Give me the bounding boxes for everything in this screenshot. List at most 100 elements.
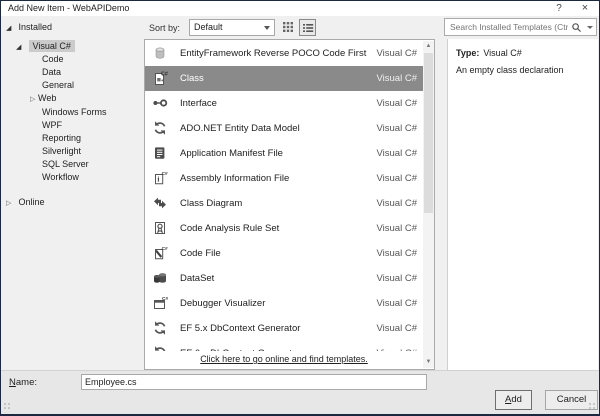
template-language: Visual C#: [377, 73, 418, 84]
cancel-button-label: Cancel: [557, 394, 587, 405]
search-options-chevron-icon[interactable]: [587, 26, 593, 29]
svg-text:C#: C#: [162, 246, 168, 252]
expanded-triangle-icon[interactable]: [6, 24, 16, 32]
csharp-class-icon: C#: [152, 70, 169, 87]
template-row-class[interactable]: C# Class Visual C#: [145, 66, 423, 91]
tree-node-online[interactable]: Online: [1, 184, 143, 207]
template-language: Visual C#: [377, 223, 418, 234]
resize-grip[interactable]: [3, 402, 12, 411]
template-language: Visual C#: [377, 273, 418, 284]
interface-icon: [152, 95, 169, 112]
dialog-title: Add New Item - WebAPIDemo: [8, 3, 129, 13]
tree-node-web[interactable]: Web: [1, 92, 143, 106]
template-row-interface[interactable]: Interface Visual C#: [145, 91, 423, 116]
template-language: Visual C#: [377, 248, 418, 259]
svg-text:C#: C#: [161, 72, 168, 78]
add-button[interactable]: Add: [495, 390, 532, 410]
template-row-app-manifest[interactable]: Application Manifest File Visual C#: [145, 141, 423, 166]
svg-text:i: i: [157, 175, 159, 183]
template-language: Visual C#: [377, 298, 418, 309]
template-name: Code File: [180, 248, 369, 259]
scroll-up-icon[interactable]: ▲: [423, 41, 434, 52]
assembly-info-icon: C#i: [152, 170, 169, 187]
list-view-button[interactable]: [299, 19, 316, 36]
sort-by-label: Sort by:: [149, 23, 180, 33]
name-label: Name:: [9, 377, 37, 388]
template-language: Visual C#: [377, 123, 418, 134]
template-row-debugger-visualizer[interactable]: C# Debugger Visualizer Visual C#: [145, 291, 423, 316]
template-name: Class: [180, 73, 369, 84]
template-name: Class Diagram: [180, 198, 369, 209]
collapsed-triangle-icon[interactable]: [6, 199, 16, 207]
template-rows: EntityFramework Reverse POCO Code First …: [145, 41, 423, 369]
rule-set-icon: [152, 220, 169, 237]
tree-node-sql-server[interactable]: SQL Server: [1, 158, 143, 171]
class-diagram-icon: [152, 195, 169, 212]
tree-node-silverlight[interactable]: Silverlight: [1, 145, 143, 158]
svg-text:C#: C#: [162, 171, 168, 177]
template-name: DataSet: [180, 273, 369, 284]
tree-node-label: Installed: [19, 22, 53, 32]
scroll-down-icon[interactable]: ▼: [423, 357, 434, 368]
database-icon: [152, 45, 169, 62]
tree-node-label: Visual C#: [29, 40, 75, 52]
template-list: EntityFramework Reverse POCO Code First …: [144, 39, 435, 370]
template-name: EF 5.x DbContext Generator: [180, 323, 369, 334]
template-details-pane: Type:Visual C# An empty class declaratio…: [447, 39, 598, 370]
grid-view-icon: [282, 21, 294, 33]
list-view-icon: [302, 22, 314, 34]
collapsed-triangle-icon[interactable]: [30, 93, 38, 106]
type-value: Visual C#: [483, 48, 521, 58]
title-bar: Add New Item - WebAPIDemo ? ×: [1, 1, 599, 16]
close-button[interactable]: ×: [573, 1, 597, 16]
expanded-triangle-icon[interactable]: [16, 43, 26, 51]
tree-node-reporting[interactable]: Reporting: [1, 132, 143, 145]
go-online-link[interactable]: Click here to go online and find templat…: [200, 354, 368, 364]
tree-node-data[interactable]: Data: [1, 66, 143, 79]
add-button-label: Add: [505, 391, 522, 409]
template-row-code-analysis-rule-set[interactable]: Code Analysis Rule Set Visual C#: [145, 216, 423, 241]
manifest-file-icon: [152, 145, 169, 162]
code-file-icon: C#: [152, 245, 169, 262]
search-icon[interactable]: [571, 22, 582, 33]
search-input[interactable]: [448, 20, 570, 34]
template-row-class-diagram[interactable]: Class Diagram Visual C#: [145, 191, 423, 216]
list-scrollbar[interactable]: ▲ ▼: [423, 41, 434, 368]
search-box: [444, 18, 597, 36]
template-row-entityframework-poco[interactable]: EntityFramework Reverse POCO Code First …: [145, 41, 423, 66]
tree-node-label: Online: [19, 197, 45, 207]
template-language: Visual C#: [377, 198, 418, 209]
template-row-ado-entity-model[interactable]: ADO.NET Entity Data Model Visual C#: [145, 116, 423, 141]
template-name: Debugger Visualizer: [180, 298, 369, 309]
ef-dbcontext-icon: [152, 320, 169, 337]
medium-icons-view-button[interactable]: [280, 19, 297, 36]
scrollbar-thumb[interactable]: [424, 53, 433, 213]
tree-node-wpf[interactable]: WPF: [1, 119, 143, 132]
tree-node-workflow[interactable]: Workflow: [1, 171, 143, 184]
entity-model-icon: [152, 120, 169, 137]
sort-by-dropdown[interactable]: Default: [189, 19, 275, 36]
template-language: Visual C#: [377, 323, 418, 334]
tree-node-windows-forms[interactable]: Windows Forms: [1, 106, 143, 119]
template-category-tree: Installed Visual C# Code Data General We…: [1, 16, 143, 370]
template-row-dataset[interactable]: DataSet Visual C#: [145, 266, 423, 291]
template-name: Application Manifest File: [180, 148, 369, 159]
template-name: Interface: [180, 98, 369, 109]
tree-node-installed[interactable]: Installed: [1, 16, 143, 32]
online-link-bar: Click here to go online and find templat…: [146, 351, 422, 368]
template-row-assembly-info[interactable]: C#i Assembly Information File Visual C#: [145, 166, 423, 191]
tree-node-code[interactable]: Code: [1, 53, 143, 66]
template-language: Visual C#: [377, 48, 418, 59]
template-description: An empty class declaration: [456, 65, 590, 75]
dataset-icon: [152, 270, 169, 287]
tree-node-general[interactable]: General: [1, 79, 143, 92]
help-button[interactable]: ?: [547, 1, 571, 16]
template-name: Assembly Information File: [180, 173, 369, 184]
template-row-code-file[interactable]: C# Code File Visual C#: [145, 241, 423, 266]
svg-text:C#: C#: [162, 296, 168, 302]
resize-grip[interactable]: [588, 402, 597, 411]
toolbar: Sort by: Default: [143, 16, 599, 39]
template-row-ef5-dbcontext[interactable]: EF 5.x DbContext Generator Visual C#: [145, 316, 423, 341]
item-name-input[interactable]: [81, 374, 427, 390]
tree-node-visual-csharp[interactable]: Visual C#: [1, 32, 143, 53]
